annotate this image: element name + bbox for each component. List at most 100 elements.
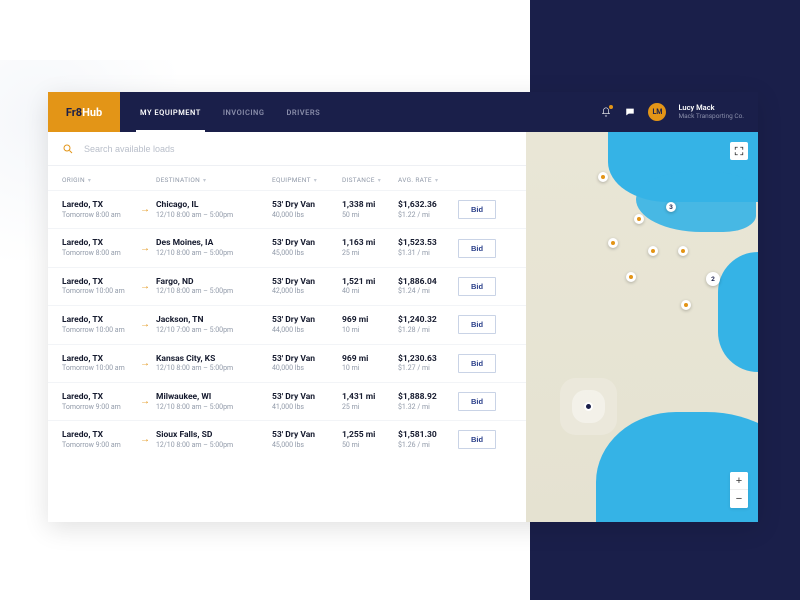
arrow-icon: → <box>140 243 156 254</box>
user-avatar[interactable]: LM <box>648 103 666 121</box>
bid-button[interactable]: Bid <box>458 315 496 334</box>
cell-destination: Sioux Falls, SD12/10 8:00 am – 5:00pm <box>156 430 272 449</box>
cell-equipment: 53' Dry Van41,000 lbs <box>272 392 342 411</box>
chat-icon[interactable] <box>624 106 636 118</box>
arrow-icon: → <box>140 319 156 330</box>
origin-marker[interactable] <box>584 402 593 411</box>
load-row[interactable]: Laredo, TXTomorrow 8:00 am→Des Moines, I… <box>48 228 526 266</box>
zoom-out-button[interactable]: − <box>730 490 748 508</box>
cell-destination: Fargo, ND12/10 8:00 am – 5:00pm <box>156 277 272 296</box>
map-pin[interactable] <box>634 214 644 224</box>
load-row[interactable]: Laredo, TXTomorrow 10:00 am→Kansas City,… <box>48 344 526 382</box>
load-row[interactable]: Laredo, TXTomorrow 9:00 am→Milwaukee, WI… <box>48 382 526 420</box>
arrow-icon: → <box>140 396 156 407</box>
cell-destination: Jackson, TN12/10 7:00 am – 5:00pm <box>156 315 272 334</box>
map-cluster-pin[interactable]: 3 <box>666 202 676 212</box>
cell-origin: Laredo, TXTomorrow 9:00 am <box>62 430 140 449</box>
top-nav: MY EQUIPMENT INVOICING DRIVERS <box>140 92 320 132</box>
map-cluster-pin[interactable]: 2 <box>706 272 720 286</box>
cell-distance: 969 mi10 mi <box>342 315 398 334</box>
cell-origin: Laredo, TXTomorrow 9:00 am <box>62 392 140 411</box>
map-pin[interactable] <box>626 272 636 282</box>
zoom-in-button[interactable]: + <box>730 472 748 490</box>
map-pin[interactable] <box>608 238 618 248</box>
col-rate[interactable]: AVG. RATE▾ <box>398 176 458 184</box>
cell-destination: Chicago, IL12/10 8:00 am – 5:00pm <box>156 200 272 219</box>
arrow-icon: → <box>140 204 156 215</box>
bid-button[interactable]: Bid <box>458 239 496 258</box>
cell-distance: 1,163 mi25 mi <box>342 238 398 257</box>
load-row[interactable]: Laredo, TXTomorrow 10:00 am→Jackson, TN1… <box>48 305 526 343</box>
cell-origin: Laredo, TXTomorrow 10:00 am <box>62 354 140 373</box>
cell-action: Bid <box>458 354 512 373</box>
map-panel[interactable]: 3 2 + − <box>526 132 758 522</box>
bid-button[interactable]: Bid <box>458 430 496 449</box>
cell-equipment: 53' Dry Van45,000 lbs <box>272 238 342 257</box>
brand-right: Hub <box>82 106 102 119</box>
bid-button[interactable]: Bid <box>458 277 496 296</box>
bell-icon[interactable] <box>600 106 612 118</box>
load-rows[interactable]: Laredo, TXTomorrow 8:00 am→Chicago, IL12… <box>48 190 526 522</box>
fullscreen-button[interactable] <box>730 142 748 160</box>
brand-left: Fr8 <box>66 106 82 119</box>
column-headers: ORIGIN▾ DESTINATION▾ EQUIPMENT▾ DISTANCE… <box>48 166 526 190</box>
bid-button[interactable]: Bid <box>458 354 496 373</box>
cell-destination: Kansas City, KS12/10 8:00 am – 5:00pm <box>156 354 272 373</box>
col-equipment[interactable]: EQUIPMENT▾ <box>272 176 342 184</box>
arrow-icon: → <box>140 281 156 292</box>
col-origin[interactable]: ORIGIN▾ <box>62 176 156 184</box>
map-pin[interactable] <box>678 246 688 256</box>
brand-logo[interactable]: Fr8Hub <box>48 92 120 132</box>
app-window: Fr8Hub MY EQUIPMENT INVOICING DRIVERS LM… <box>48 92 758 522</box>
col-destination[interactable]: DESTINATION▾ <box>156 176 272 184</box>
map-pin[interactable] <box>648 246 658 256</box>
cell-distance: 1,431 mi25 mi <box>342 392 398 411</box>
cell-origin: Laredo, TXTomorrow 10:00 am <box>62 315 140 334</box>
cell-action: Bid <box>458 430 512 449</box>
search-icon <box>62 143 74 155</box>
load-row[interactable]: Laredo, TXTomorrow 10:00 am→Fargo, ND12/… <box>48 267 526 305</box>
nav-invoicing[interactable]: INVOICING <box>223 92 265 132</box>
user-company: Mack Transporting Co. <box>678 113 744 120</box>
col-distance[interactable]: DISTANCE▾ <box>342 176 398 184</box>
map-pin[interactable] <box>598 172 608 182</box>
cell-equipment: 53' Dry Van42,000 lbs <box>272 277 342 296</box>
search-bar <box>48 132 526 166</box>
sort-icon: ▾ <box>88 177 91 184</box>
cell-rate: $1,888.92$1.32 / mi <box>398 392 458 411</box>
cell-rate: $1,523.53$1.31 / mi <box>398 238 458 257</box>
cell-distance: 1,255 mi50 mi <box>342 430 398 449</box>
cell-rate: $1,581.30$1.26 / mi <box>398 430 458 449</box>
cell-equipment: 53' Dry Van44,000 lbs <box>272 315 342 334</box>
cell-rate: $1,632.36$1.22 / mi <box>398 200 458 219</box>
cell-action: Bid <box>458 200 512 219</box>
user-meta: Lucy Mack Mack Transporting Co. <box>678 104 744 119</box>
cell-rate: $1,886.04$1.24 / mi <box>398 277 458 296</box>
cell-action: Bid <box>458 277 512 296</box>
top-header: Fr8Hub MY EQUIPMENT INVOICING DRIVERS LM… <box>48 92 758 132</box>
cell-equipment: 53' Dry Van40,000 lbs <box>272 354 342 373</box>
zoom-control: + − <box>730 472 748 508</box>
cell-destination: Milwaukee, WI12/10 8:00 am – 5:00pm <box>156 392 272 411</box>
cell-rate: $1,240.32$1.28 / mi <box>398 315 458 334</box>
sort-icon: ▾ <box>378 177 381 184</box>
sort-icon: ▾ <box>314 177 317 184</box>
load-list-panel: ORIGIN▾ DESTINATION▾ EQUIPMENT▾ DISTANCE… <box>48 132 526 522</box>
header-right: LM Lucy Mack Mack Transporting Co. <box>600 92 758 132</box>
map-pin[interactable] <box>681 300 691 310</box>
bid-button[interactable]: Bid <box>458 392 496 411</box>
search-input[interactable] <box>84 144 512 154</box>
cell-action: Bid <box>458 392 512 411</box>
load-row[interactable]: Laredo, TXTomorrow 8:00 am→Chicago, IL12… <box>48 190 526 228</box>
arrow-icon: → <box>140 434 156 445</box>
app-body: ORIGIN▾ DESTINATION▾ EQUIPMENT▾ DISTANCE… <box>48 132 758 522</box>
sort-icon: ▾ <box>203 177 206 184</box>
cell-distance: 1,338 mi50 mi <box>342 200 398 219</box>
bid-button[interactable]: Bid <box>458 200 496 219</box>
cell-rate: $1,230.63$1.27 / mi <box>398 354 458 373</box>
cell-origin: Laredo, TXTomorrow 8:00 am <box>62 200 140 219</box>
nav-my-equipment[interactable]: MY EQUIPMENT <box>140 92 201 132</box>
load-row[interactable]: Laredo, TXTomorrow 9:00 am→Sioux Falls, … <box>48 420 526 458</box>
nav-drivers[interactable]: DRIVERS <box>286 92 320 132</box>
map-water <box>718 252 758 372</box>
